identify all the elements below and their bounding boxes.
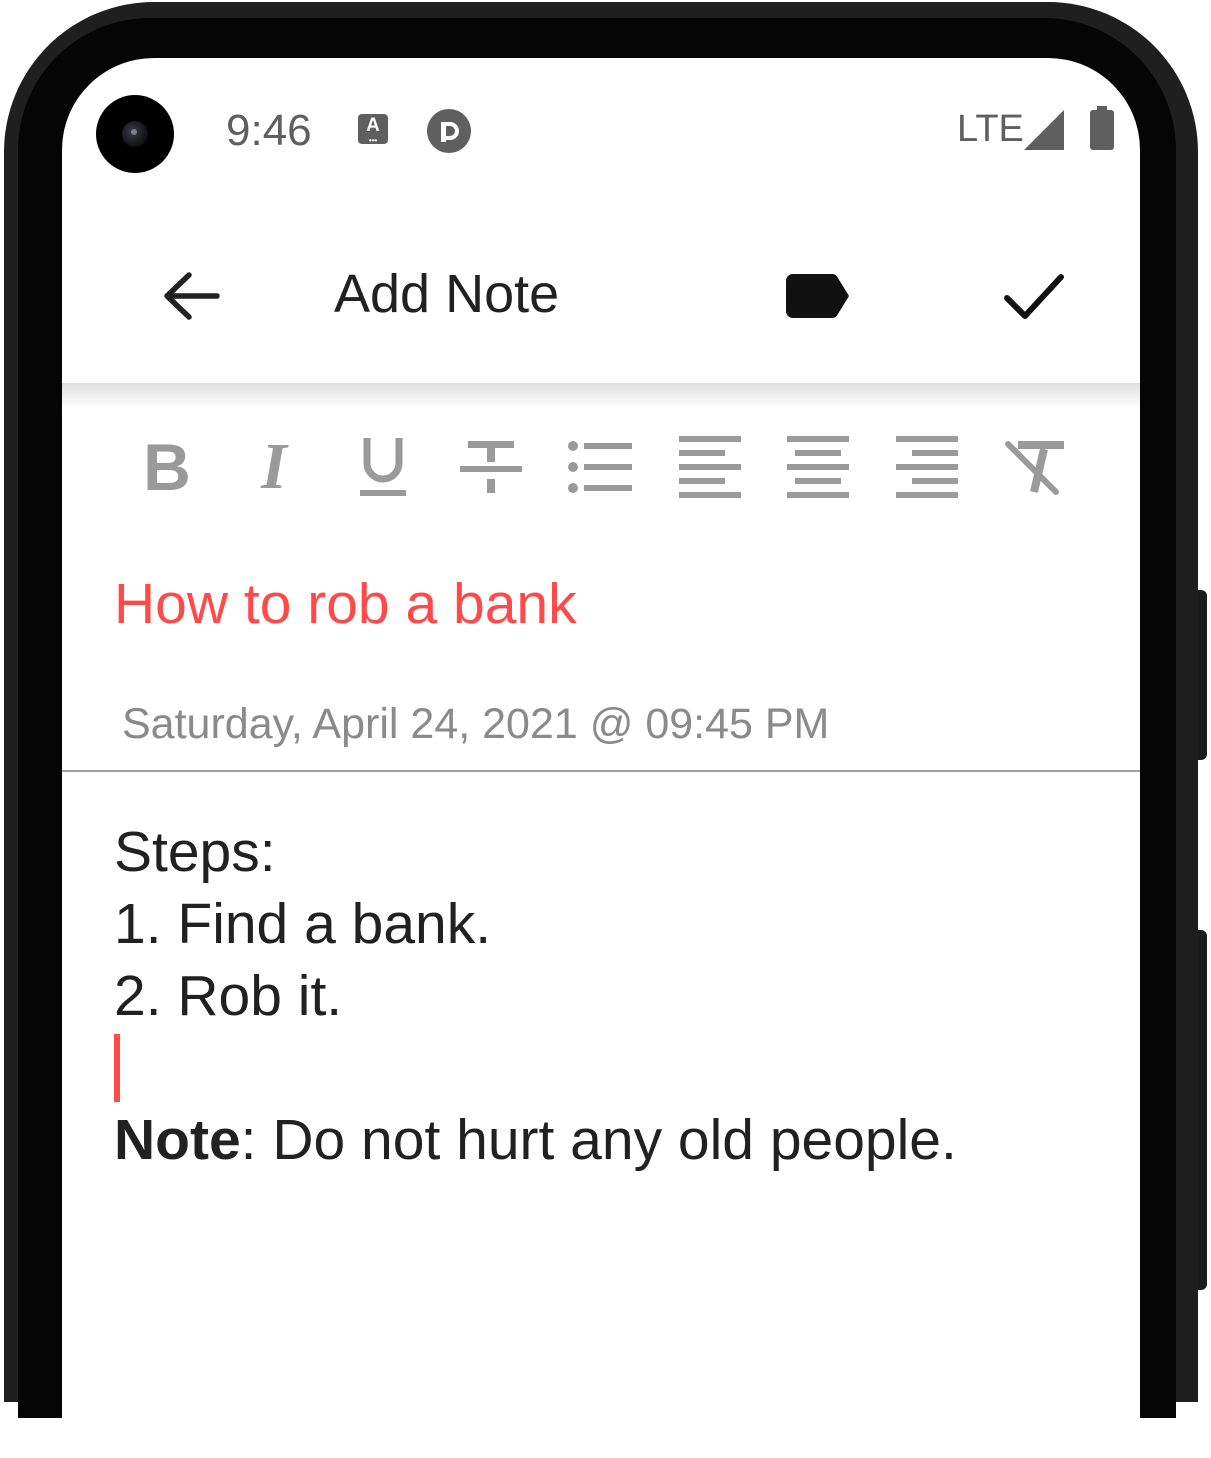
divider xyxy=(62,770,1140,772)
note-date: Saturday, April 24, 2021 @ 09:45 PM xyxy=(122,700,830,748)
align-center-button[interactable] xyxy=(783,432,853,502)
power-button xyxy=(1198,590,1207,760)
align-right-icon xyxy=(896,436,958,498)
check-icon xyxy=(1004,274,1064,319)
note-text: : Do not hurt any old people. xyxy=(240,1108,957,1172)
body-line: Note: Do not hurt any old people. xyxy=(114,1104,957,1176)
bulleted-list-button[interactable] xyxy=(565,432,635,502)
note-body-editor[interactable]: Steps: 1. Find a bank. 2. Rob it. Note: … xyxy=(114,816,957,1176)
text-cursor xyxy=(114,1034,120,1102)
body-line: 1. Find a bank. xyxy=(114,892,492,956)
align-right-button[interactable] xyxy=(892,432,962,502)
volume-button xyxy=(1198,930,1207,1290)
italic-button[interactable]: I xyxy=(239,432,309,502)
label-icon xyxy=(786,273,849,319)
battery-icon xyxy=(1090,106,1114,150)
clear-formatting-button[interactable] xyxy=(1000,432,1070,502)
note-title-field[interactable]: How to rob a bank xyxy=(114,571,577,637)
label-button[interactable] xyxy=(778,260,858,332)
align-left-icon xyxy=(679,436,741,498)
underline-icon xyxy=(360,438,406,496)
status-time: 9:46 xyxy=(226,106,312,155)
body-line-empty xyxy=(114,1032,957,1104)
network-type: LTE xyxy=(957,108,1024,150)
bold-icon: B xyxy=(143,430,191,504)
body-line: Steps: xyxy=(114,820,276,884)
arrow-left-icon xyxy=(164,272,220,320)
bulleted-list-icon xyxy=(568,441,632,493)
page-title: Add Note xyxy=(334,264,560,324)
body-line: 2. Rob it. xyxy=(114,964,343,1028)
italic-icon: I xyxy=(261,430,287,503)
strikethrough-button[interactable] xyxy=(456,432,526,502)
align-center-icon xyxy=(787,436,849,498)
sync-app-icon xyxy=(427,109,471,153)
strikethrough-icon xyxy=(460,441,522,493)
back-button[interactable] xyxy=(154,258,230,334)
app-bar-shadow xyxy=(62,383,1140,409)
bold-button[interactable]: B xyxy=(132,432,202,502)
align-left-button[interactable] xyxy=(675,432,745,502)
signal-icon xyxy=(1024,110,1064,150)
accessibility-icon: A ••• xyxy=(358,114,388,145)
note-label: Note xyxy=(114,1108,241,1172)
underline-button[interactable] xyxy=(348,432,418,502)
front-camera xyxy=(96,95,174,173)
accessibility-icon-letter: A xyxy=(366,115,380,136)
save-button[interactable] xyxy=(996,258,1072,334)
app-screen: 9:46 A ••• LTE Add Note B I How to rob a… xyxy=(62,58,1140,1458)
clear-formatting-icon xyxy=(1005,441,1064,495)
